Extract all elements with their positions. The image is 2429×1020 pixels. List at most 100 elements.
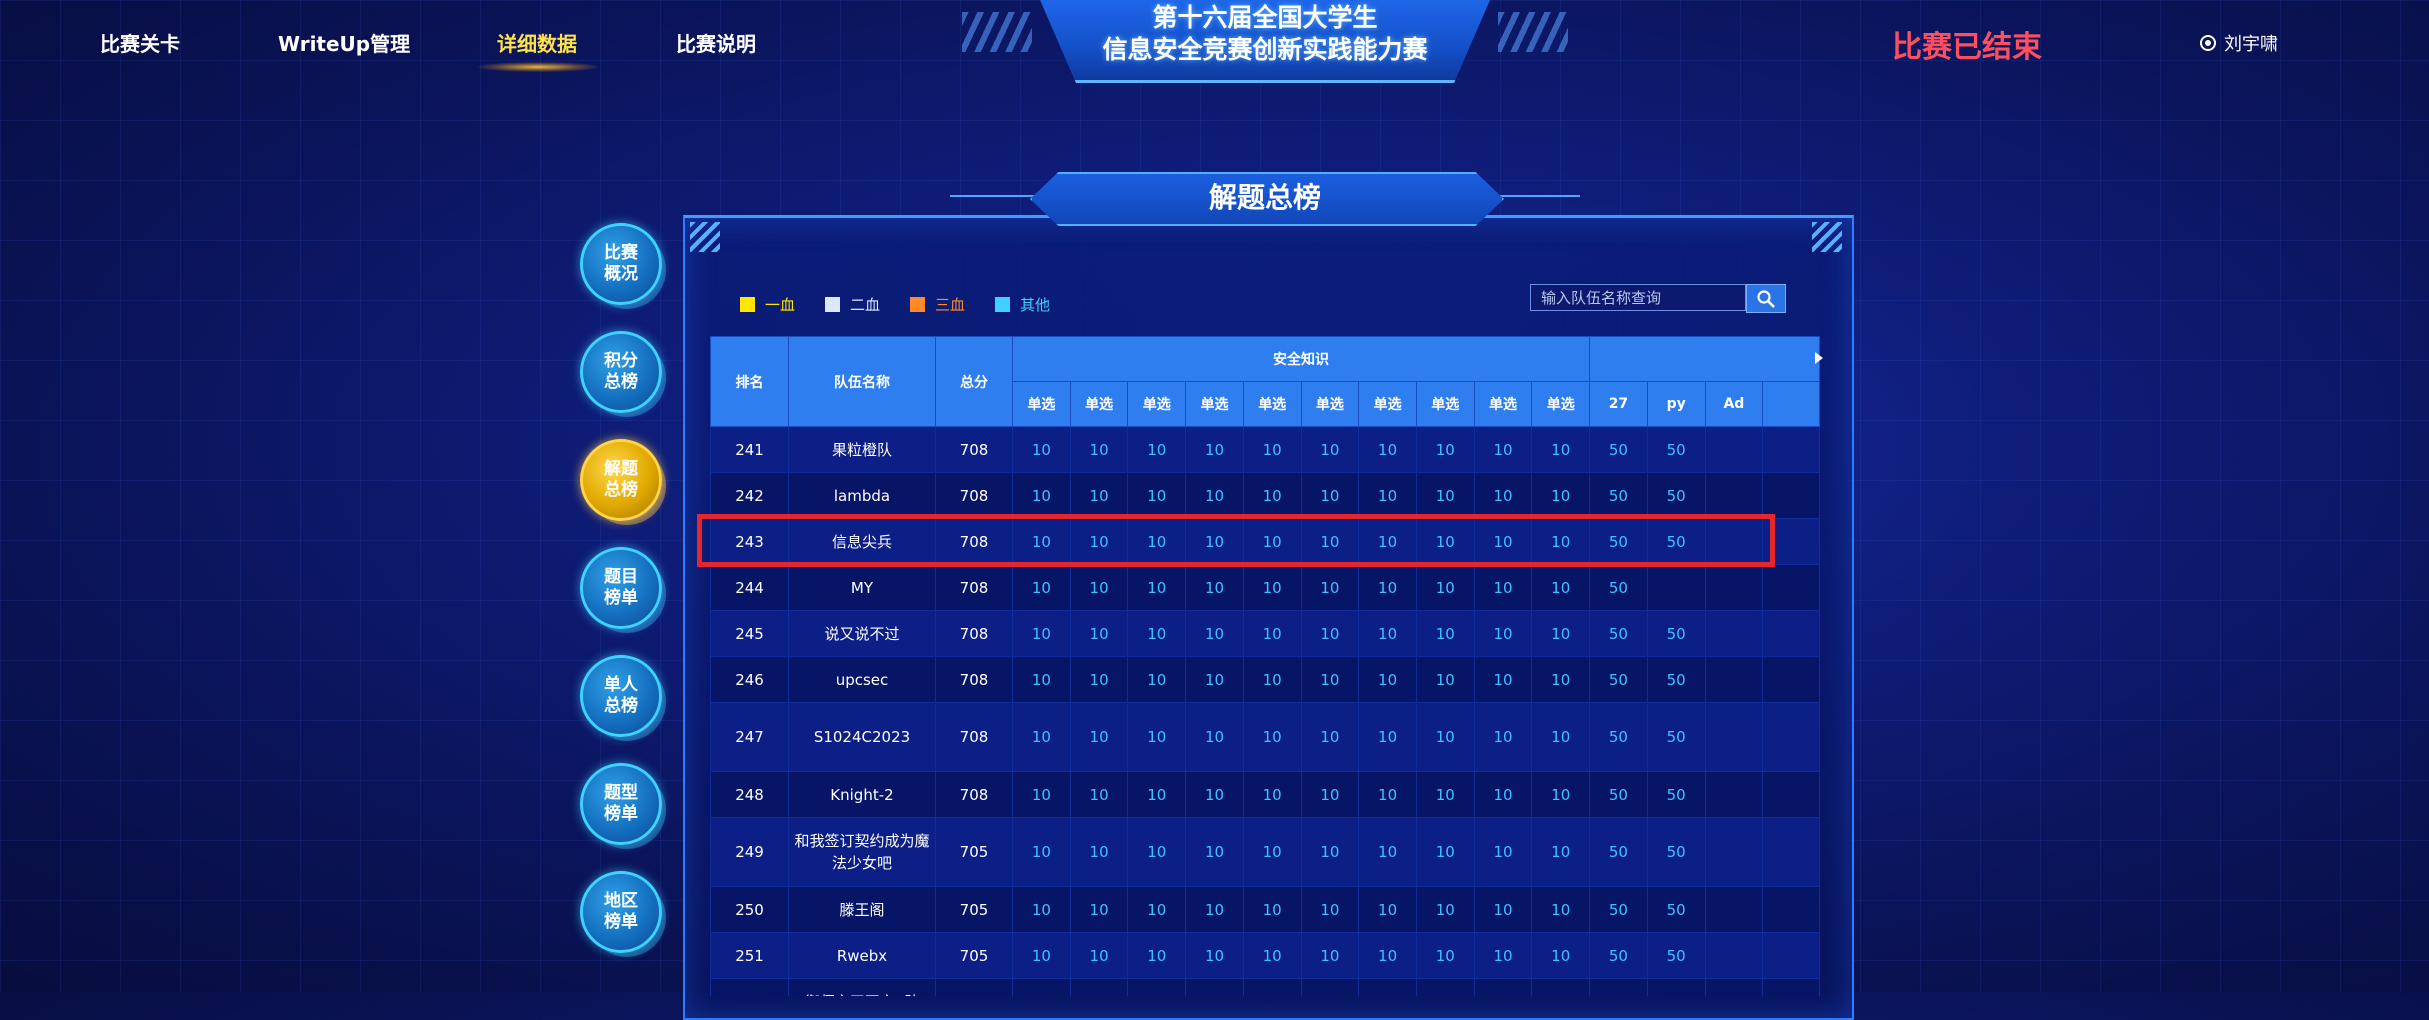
cell-score: 10 xyxy=(1415,472,1475,519)
cell-score: 50 xyxy=(1646,518,1706,565)
user-menu[interactable]: 刘宇啸 xyxy=(2200,30,2278,56)
cell-score: 10 xyxy=(1300,978,1360,996)
cell-score: 10 xyxy=(1127,978,1187,996)
nav-item-levels[interactable]: 比赛关卡 xyxy=(100,28,180,57)
team-search-input[interactable] xyxy=(1530,284,1746,311)
cell-score: 10 xyxy=(1185,564,1244,611)
cell-score: 10 xyxy=(1473,978,1533,996)
cell-score: 10 xyxy=(1531,817,1591,887)
side-btn-category-rank[interactable]: 题型榜单 xyxy=(580,763,662,845)
cell-score: 50 xyxy=(1589,564,1648,611)
side-btn-label: 积分总榜 xyxy=(604,351,638,392)
cell-score: 10 xyxy=(1531,702,1591,772)
side-btn-label: 题型榜单 xyxy=(604,783,638,824)
cell-rank: 242 xyxy=(710,472,790,519)
cell-score: 10 xyxy=(1242,564,1302,611)
cell-score: 10 xyxy=(1127,564,1187,611)
side-btn-label: 单人总榜 xyxy=(604,675,638,716)
table-row: 251 Rwebx 705 10 10 10 10 10 10 10 10 10 10 50 50 xyxy=(710,932,1820,979)
side-btn-label: 比赛概况 xyxy=(604,243,638,284)
cell-team: lambda xyxy=(788,472,936,519)
cell-score: 10 xyxy=(1069,610,1129,657)
cell-score: 50 xyxy=(1646,932,1706,979)
cell-score: 10 xyxy=(1242,518,1302,565)
cell-score: 10 xyxy=(1358,932,1417,979)
cell-score xyxy=(1762,978,1820,996)
cell-score: 10 xyxy=(1473,472,1533,519)
cell-score: 50 xyxy=(1589,656,1648,703)
cell-total: 708 xyxy=(934,472,1014,519)
cell-total: 708 xyxy=(934,771,1014,818)
cell-score: 10 xyxy=(1358,817,1417,887)
cell-score xyxy=(1762,564,1820,611)
cell-score: 10 xyxy=(1415,817,1475,887)
sub-header-cell: 单选 xyxy=(1069,381,1129,427)
table-row: 249 和我签订契约成为魔法少女吧 705 10 10 10 10 10 10 10 10 10 10 5… xyxy=(710,817,1820,887)
ranking-table-viewport[interactable]: 排名 队伍名称 总分 安全知识 单选 单选 单选 单选 单选 单选 单选 单选 单选 单选 27 py… xyxy=(710,336,1820,996)
title-line-2: 信息安全竞赛创新实践能力赛 xyxy=(1102,35,1428,64)
sub-header-cell: 单选 xyxy=(1473,381,1533,427)
team-search xyxy=(1530,284,1786,313)
cell-score: 10 xyxy=(1358,472,1417,519)
side-btn-challenge-rank[interactable]: 题目榜单 xyxy=(580,547,662,629)
cell-score: 50 xyxy=(1589,426,1648,473)
side-btn-solve-rank[interactable]: 解题总榜 xyxy=(580,439,662,521)
legend-item: 其他 xyxy=(995,294,1050,315)
side-btn-score-rank[interactable]: 积分总榜 xyxy=(580,331,662,413)
cell-team: S1024C2023 xyxy=(788,702,936,772)
nav-active-indicator xyxy=(478,62,598,72)
cell-team: 果粒橙队 xyxy=(788,426,936,473)
cell-score: 10 xyxy=(1185,702,1244,772)
cell-score xyxy=(1704,472,1764,519)
nav-item-details[interactable]: 详细数据 xyxy=(497,28,577,57)
cell-score: 10 xyxy=(1358,978,1417,996)
cell-score: 10 xyxy=(1242,656,1302,703)
cell-score: 10 xyxy=(1012,771,1071,818)
cell-score: 10 xyxy=(1069,426,1129,473)
cell-score: 10 xyxy=(1473,817,1533,887)
side-btn-region-rank[interactable]: 地区榜单 xyxy=(580,871,662,953)
cell-score: 50 xyxy=(1589,610,1648,657)
cell-score xyxy=(1762,817,1820,887)
cell-score: 10 xyxy=(1531,771,1591,818)
nav-item-writeup[interactable]: WriteUp管理 xyxy=(278,28,410,57)
nav-item-rules[interactable]: 比赛说明 xyxy=(676,28,756,57)
side-btn-overview[interactable]: 比赛概况 xyxy=(580,223,662,305)
cell-score: 10 xyxy=(1185,886,1244,933)
sub-header-cell: 单选 xyxy=(1358,381,1417,427)
cell-score: 10 xyxy=(1473,886,1533,933)
side-btn-label: 解题总榜 xyxy=(604,459,638,500)
banner-stripe-right xyxy=(1498,12,1568,52)
legend-label: 三血 xyxy=(935,296,966,314)
side-btn-individual-rank[interactable]: 单人总榜 xyxy=(580,655,662,737)
cell-score: 10 xyxy=(1012,886,1071,933)
cell-score: 50 xyxy=(1646,610,1706,657)
legend-label: 二血 xyxy=(850,296,881,314)
cell-score xyxy=(1762,610,1820,657)
top-nav: 比赛关卡 WriteUp管理 详细数据 比赛说明 第十六届全国大学生 信息安全竞… xyxy=(0,0,2429,83)
search-button[interactable] xyxy=(1746,284,1786,313)
cell-score xyxy=(1704,656,1764,703)
cell-total: 705 xyxy=(934,978,1014,996)
cell-rank: 252 xyxy=(710,978,790,996)
cell-score: 10 xyxy=(1531,656,1591,703)
cell-score xyxy=(1762,771,1820,818)
table-row: 248 Knight-2 708 10 10 10 10 10 10 10 10 10 10 50 50 xyxy=(710,771,1820,818)
cell-score xyxy=(1704,771,1764,818)
table-row: 245 说又说不过 708 10 10 10 10 10 10 10 10 10 10 50 50 xyxy=(710,610,1820,657)
cell-total: 705 xyxy=(934,932,1014,979)
cell-team: MY xyxy=(788,564,936,611)
cell-score: 10 xyxy=(1069,518,1129,565)
cell-score: 10 xyxy=(1012,817,1071,887)
cell-score: 10 xyxy=(1473,656,1533,703)
sub-header-cell: 单选 xyxy=(1127,381,1187,427)
cell-score: 10 xyxy=(1127,518,1187,565)
cell-team: upcsec xyxy=(788,656,936,703)
match-status: 比赛已结束 xyxy=(1892,30,2042,65)
cell-score: 10 xyxy=(1531,472,1591,519)
cell-score: 10 xyxy=(1358,702,1417,772)
cell-score: 10 xyxy=(1012,702,1071,772)
cell-rank: 241 xyxy=(710,426,790,473)
cell-score xyxy=(1704,702,1764,772)
cell-score: 10 xyxy=(1531,426,1591,473)
